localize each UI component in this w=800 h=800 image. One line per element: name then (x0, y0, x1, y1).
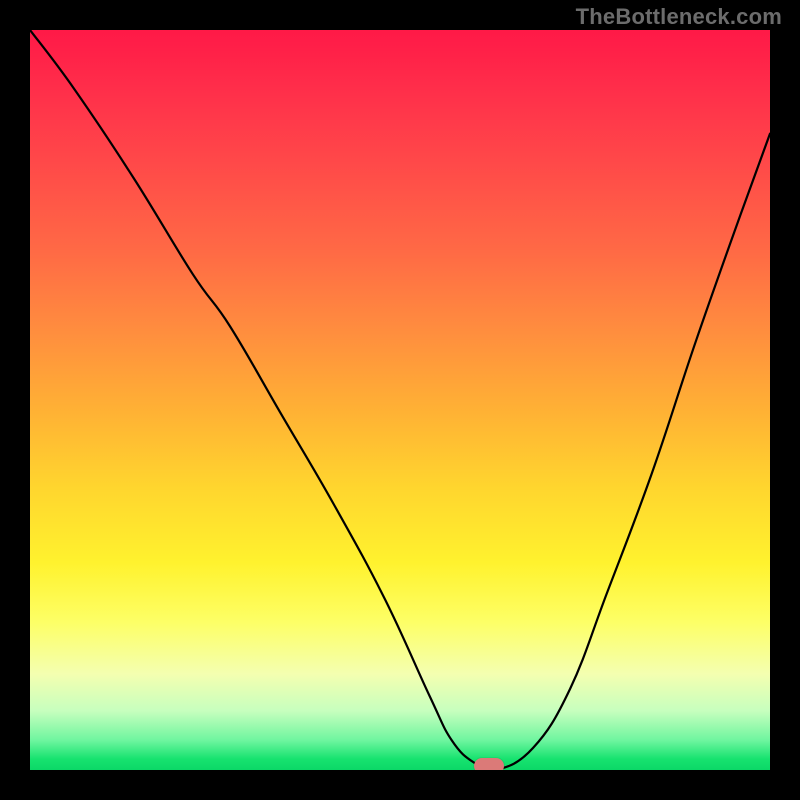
optimal-marker (474, 758, 504, 770)
plot-area (30, 30, 770, 770)
watermark-text: TheBottleneck.com (576, 4, 782, 30)
curve-layer (30, 30, 770, 770)
bottleneck-curve (30, 30, 770, 770)
chart-frame: TheBottleneck.com (0, 0, 800, 800)
